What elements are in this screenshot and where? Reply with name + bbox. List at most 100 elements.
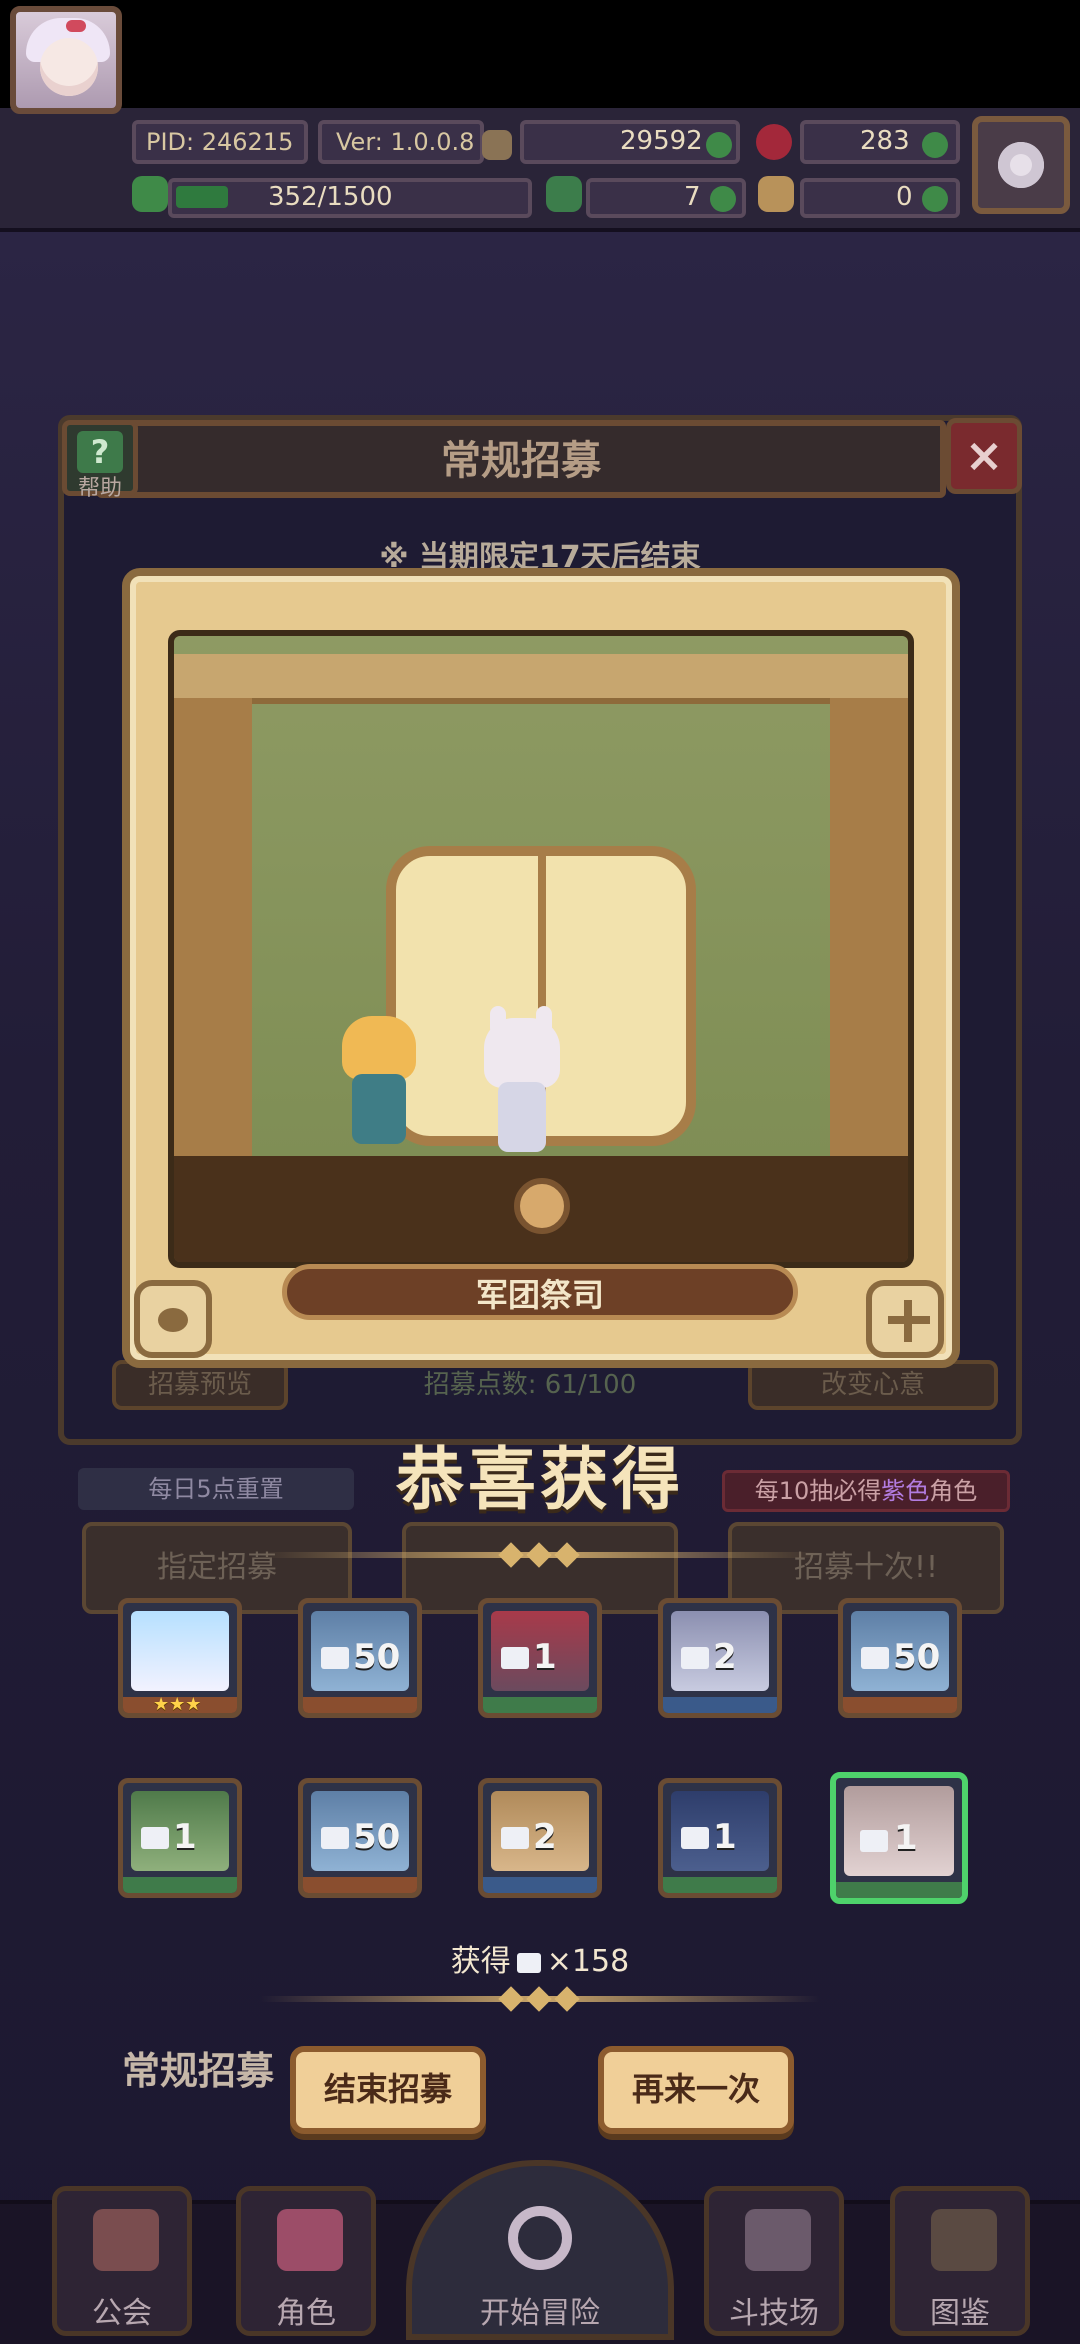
result-slot-8[interactable]: 2	[478, 1778, 602, 1898]
avatar-bow	[66, 20, 86, 32]
status-bar	[0, 0, 1080, 108]
rarity-bar	[123, 1877, 237, 1893]
ornament-gem	[492, 1542, 588, 1568]
fragment-icon	[860, 1830, 888, 1852]
rarity-bar	[843, 1697, 957, 1713]
paw-icon	[134, 1280, 212, 1358]
version-text: Ver: 1.0.0.8	[336, 128, 475, 156]
scene-beam	[174, 654, 908, 704]
fragment-count: 1	[713, 1817, 737, 1857]
fragment-icon	[501, 1827, 529, 1849]
nav-arena-label: 斗技场	[729, 2296, 819, 2331]
normal-recruit-banner-title: 常规招募	[122, 2049, 275, 2093]
result-slot-3[interactable]: 1	[478, 1598, 602, 1718]
fragment-icon	[141, 1827, 169, 1849]
close-button[interactable]: ×	[946, 418, 1022, 494]
nav-role-label: 角色	[276, 2296, 336, 2331]
gold-amount: 29592	[620, 126, 703, 156]
result-slot-1[interactable]: ★★★	[118, 1598, 242, 1718]
rarity-bar	[483, 1877, 597, 1893]
character-scene	[168, 630, 914, 1268]
sprite-body	[498, 1082, 546, 1152]
result-slot-2[interactable]: 50	[298, 1598, 422, 1718]
fragment-count: 50	[893, 1637, 941, 1677]
fragment-count: 2	[713, 1637, 737, 1677]
end-recruit-button[interactable]: 结束招募	[290, 2046, 486, 2134]
rarity-bar	[663, 1697, 777, 1713]
obtain-amount: ×158	[546, 1944, 630, 1979]
fragment-icon	[321, 1827, 349, 1849]
gem-icon	[756, 124, 792, 160]
fragment-icon	[516, 1952, 541, 1973]
fragment-icon	[681, 1647, 709, 1669]
player-avatar[interactable]	[10, 6, 122, 114]
scene-pillar-right	[830, 698, 908, 1158]
nav-adventure-label: 开始冒险	[480, 2296, 600, 2331]
character-sprite-fox	[334, 1016, 424, 1156]
fragment-icon	[321, 1647, 349, 1669]
rarity-bar	[483, 1697, 597, 1713]
obtain-summary: 获得 ×158	[0, 1936, 1080, 1980]
nav-guild-label: 公会	[92, 2296, 152, 2331]
role-icon	[277, 2209, 343, 2271]
cross-icon	[866, 1280, 944, 1358]
character-sprite-bunny	[474, 1006, 570, 1156]
magnifier-icon	[508, 2206, 572, 2270]
avatar-face	[40, 38, 98, 96]
result-slot-10[interactable]: 1	[830, 1772, 968, 1904]
character-name: 军团祭司	[475, 1276, 604, 1314]
question-icon: ?	[77, 431, 123, 473]
obtain-prefix: 获得	[450, 1944, 511, 1979]
swords-icon	[745, 2209, 811, 2271]
fragment-count: 1	[894, 1818, 918, 1858]
fragment-count: 2	[533, 1817, 557, 1857]
class-emblem-icon	[514, 1178, 570, 1234]
result-slot-6[interactable]: 1	[118, 1778, 242, 1898]
fragment-count: 1	[173, 1817, 197, 1857]
stamina-leaf-icon	[132, 176, 168, 212]
star-rating: ★★★	[153, 1694, 202, 1715]
clover-icon	[546, 176, 582, 212]
boot-icon	[758, 176, 794, 212]
player-id: PID: 246215	[146, 128, 294, 156]
book-icon	[931, 2209, 997, 2271]
rarity-bar	[303, 1877, 417, 1893]
result-slot-7[interactable]: 50	[298, 1778, 422, 1898]
item-amount: 0	[896, 182, 913, 212]
gear-icon	[998, 142, 1044, 188]
help-label: 帮助	[77, 476, 122, 501]
gold-add-icon[interactable]	[706, 132, 732, 158]
rarity-bar	[663, 1877, 777, 1893]
gem-amount: 283	[860, 126, 910, 156]
sprite-hair	[342, 1016, 416, 1080]
fragment-count: 50	[353, 1817, 401, 1857]
fragment-icon	[681, 1827, 709, 1849]
recruit-again-button[interactable]: 再来一次	[598, 2046, 794, 2134]
nav-codex-label: 图鉴	[930, 2296, 990, 2331]
rarity-bar	[836, 1882, 962, 1898]
fragment-icon	[861, 1647, 889, 1669]
result-slot-4[interactable]: 2	[658, 1598, 782, 1718]
result-slot-9[interactable]: 1	[658, 1778, 782, 1898]
clover-amount: 7	[684, 182, 701, 212]
stamina-fill	[176, 186, 228, 208]
character-portrait	[131, 1611, 229, 1691]
panel-title: 常规招募	[441, 438, 601, 484]
fragment-icon	[501, 1647, 529, 1669]
sprite-hair	[484, 1018, 560, 1088]
fragment-count: 50	[353, 1637, 401, 1677]
result-slot-5[interactable]: 50	[838, 1598, 962, 1718]
settings-button[interactable]	[972, 116, 1070, 214]
rarity-bar	[303, 1697, 417, 1713]
guild-icon	[93, 2209, 159, 2271]
clover-add-icon[interactable]	[710, 186, 736, 212]
stamina-text: 352/1500	[268, 182, 393, 212]
congrats-title: 恭喜获得	[395, 1441, 684, 1520]
ornament-gem	[492, 1986, 588, 2012]
item-add-icon[interactable]	[922, 186, 948, 212]
gem-add-icon[interactable]	[922, 132, 948, 158]
sprite-body	[352, 1074, 406, 1144]
scene-pillar-left	[174, 698, 252, 1158]
fragment-count: 1	[533, 1637, 557, 1677]
gold-coin-icon	[482, 130, 512, 160]
